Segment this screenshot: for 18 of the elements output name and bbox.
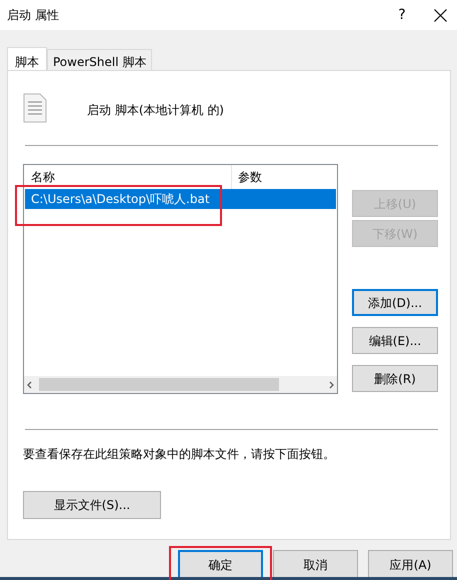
script-file-icon [23, 93, 47, 123]
heading-text: 启动 脚本(本地计算机 的) [87, 102, 224, 119]
horizontal-scrollbar[interactable] [24, 376, 337, 393]
close-icon[interactable] [434, 8, 447, 22]
dialog-button[interactable]: 应用(A) [368, 550, 453, 579]
side-button[interactable]: 编辑(E)... [352, 327, 438, 354]
help-button[interactable]: ? [382, 4, 422, 26]
show-files-button[interactable]: 显示文件(S)... [23, 491, 161, 519]
note-text: 要查看保存在此组策略对象中的脚本文件，请按下面按钮。 [23, 446, 336, 463]
tab[interactable]: PowerShell 脚本 [47, 49, 152, 70]
side-button[interactable]: 添加(D)... [352, 289, 438, 316]
dialog-button[interactable]: 取消 [273, 550, 358, 579]
side-button[interactable]: 删除(R) [352, 365, 438, 392]
dialog-button[interactable]: 确定 [178, 550, 263, 579]
window-title: 启动 属性 [7, 7, 60, 24]
tab[interactable]: 脚本 [7, 47, 47, 71]
column-header[interactable]: 参数 [232, 168, 262, 186]
list-row[interactable]: C:\Users\a\Desktop\吓唬人.bat [25, 189, 336, 209]
